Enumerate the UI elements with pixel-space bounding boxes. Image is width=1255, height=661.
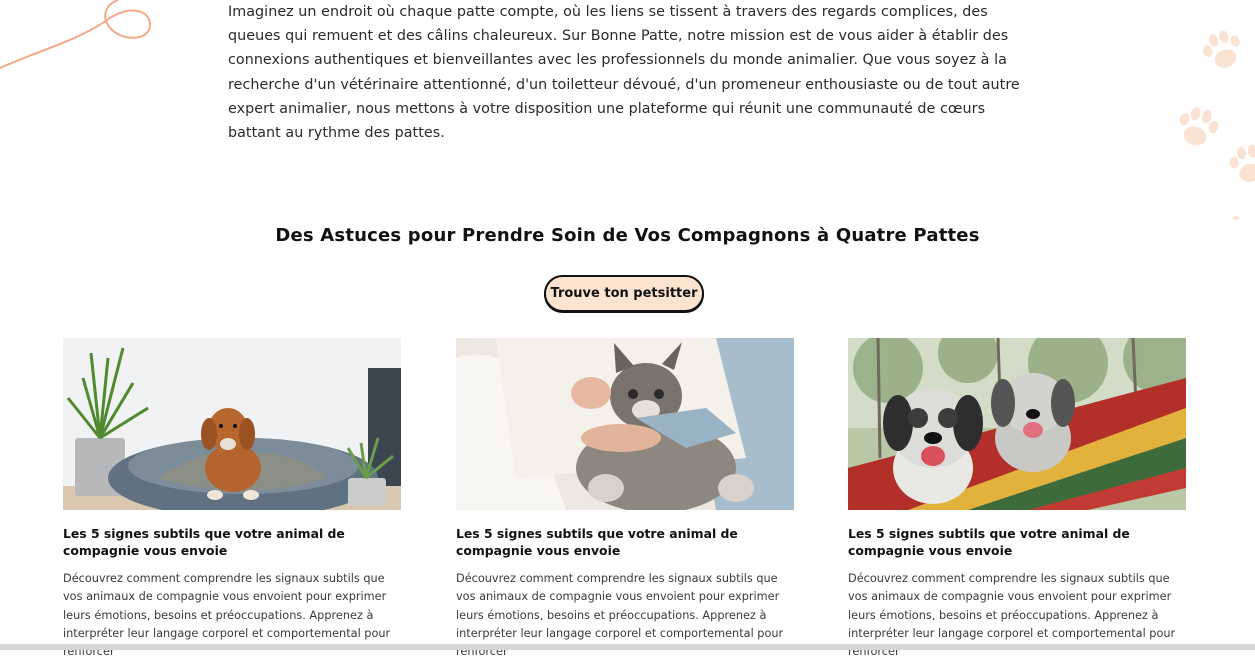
intro-section: Imaginez un endroit où chaque patte comp… — [228, 0, 1028, 145]
find-petsitter-button[interactable]: Trouve ton petsitter — [544, 275, 704, 312]
article-card[interactable]: Les 5 signes subtils que votre animal de… — [456, 338, 794, 661]
article-title[interactable]: Les 5 signes subtils que votre animal de… — [848, 525, 1186, 559]
tips-section-title: Des Astuces pour Prendre Soin de Vos Com… — [275, 225, 980, 246]
article-image-dogs-hammock[interactable] — [848, 338, 1186, 510]
paw-print-icon — [1179, 106, 1219, 146]
intro-paragraph: Imaginez un endroit où chaque patte comp… — [228, 4, 1020, 142]
paw-print-icon — [1203, 30, 1240, 68]
article-title[interactable]: Les 5 signes subtils que votre animal de… — [456, 525, 794, 559]
article-card[interactable]: Les 5 signes subtils que votre animal de… — [63, 338, 401, 661]
paw-print-icon — [1229, 144, 1255, 182]
article-image-cat-held[interactable] — [456, 338, 794, 510]
article-card[interactable]: Les 5 signes subtils que votre animal de… — [848, 338, 1186, 661]
article-title[interactable]: Les 5 signes subtils que votre animal de… — [63, 525, 401, 559]
article-image-dog-bed[interactable] — [63, 338, 401, 510]
squiggle-decoration — [0, 0, 152, 69]
horizontal-scrollbar[interactable] — [0, 644, 1255, 650]
